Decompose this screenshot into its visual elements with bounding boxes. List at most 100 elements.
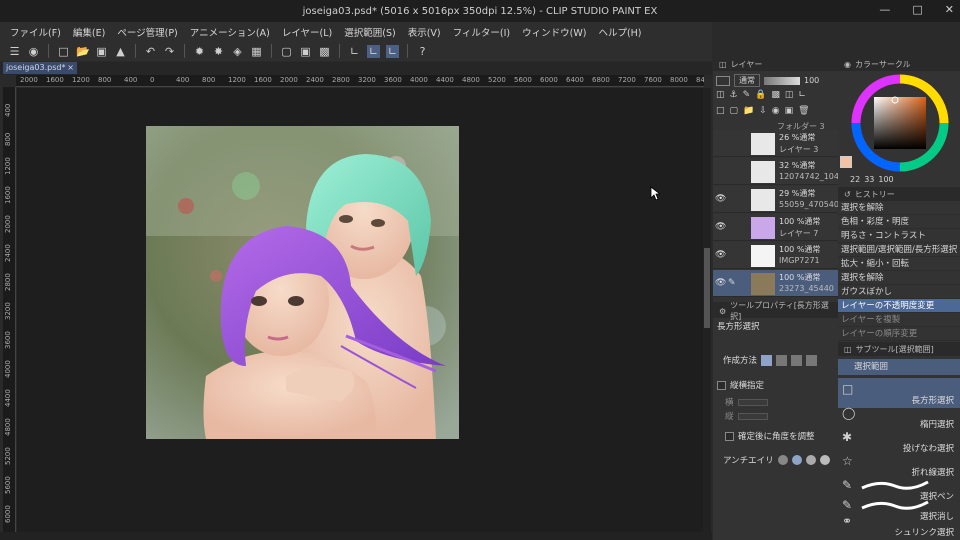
adjust-angle-checkbox[interactable] — [725, 431, 734, 441]
width-input[interactable] — [737, 398, 768, 406]
menu-page[interactable]: ページ管理(P) — [117, 25, 177, 39]
document-tab[interactable]: joseiga03.psd* × — [3, 62, 77, 74]
scroll-thumb[interactable] — [704, 248, 710, 328]
antialias-none[interactable] — [777, 455, 788, 465]
menu-filter[interactable]: フィルター(I) — [453, 25, 511, 39]
layer-row[interactable]: 👁 29 %通常 55059_470540 — [713, 186, 839, 213]
snap-special-ruler-icon[interactable]: ∟ — [367, 44, 380, 58]
delete-layer-icon[interactable]: 🗑 — [798, 106, 809, 116]
history-item[interactable]: 選択を解除 — [838, 271, 960, 285]
status-bar — [0, 532, 712, 540]
menu-help[interactable]: ヘルプ(H) — [598, 25, 641, 39]
eye-icon[interactable]: 👁 — [715, 222, 726, 232]
history-item[interactable]: 拡大・縮小・回転 — [838, 257, 960, 271]
undo-icon[interactable]: ↶ — [144, 45, 157, 58]
reference-layer-icon[interactable]: ⚓ — [730, 90, 738, 100]
history-item[interactable]: レイヤーの順序変更 — [838, 327, 960, 341]
lock-icon[interactable]: 🔒 — [755, 90, 766, 100]
close-tab-icon[interactable]: × — [67, 62, 74, 74]
menu-view[interactable]: 表示(V) — [408, 25, 441, 39]
invert-selection-icon[interactable]: ▣ — [299, 45, 312, 58]
open-folder-icon[interactable]: 📂 — [76, 45, 90, 58]
close-button[interactable]: ✕ — [945, 3, 954, 16]
menu-edit[interactable]: 編集(E) — [73, 25, 105, 39]
layer-row[interactable]: 👁 100 %通常 IMGP7271 — [713, 242, 838, 269]
menu-file[interactable]: ファイル(F) — [10, 25, 61, 39]
layer-row[interactable]: 26 %通常 レイヤー 3 — [713, 130, 838, 157]
layer-color-swatch[interactable] — [716, 75, 730, 86]
apply-mask-icon[interactable]: ▣ — [785, 106, 794, 116]
layer-row[interactable]: 👁 100 %通常 レイヤー 7 — [713, 214, 838, 241]
draft-layer-icon[interactable]: ✎ — [743, 90, 751, 100]
new-selection-button[interactable] — [761, 354, 773, 366]
merge-down-icon[interactable]: ⇩ — [759, 106, 767, 116]
select-pen-icon: ✎ — [842, 478, 853, 492]
maximize-button[interactable]: □ — [912, 3, 922, 16]
aspect-checkbox[interactable] — [717, 380, 726, 390]
add-selection-button[interactable] — [776, 354, 788, 366]
eye-icon[interactable]: 👁 — [715, 250, 726, 260]
main-color-swatch[interactable] — [840, 156, 852, 168]
lock-transparency-icon[interactable]: ▩ — [771, 90, 780, 100]
clip-studio-icon[interactable]: ◉ — [27, 45, 40, 58]
intersect-selection-button[interactable] — [806, 354, 818, 366]
new-file-icon[interactable]: □ — [57, 45, 70, 58]
history-item[interactable]: レイヤーを複製 — [838, 313, 960, 327]
mask-icon[interactable]: ◫ — [785, 90, 794, 100]
history-tab[interactable]: ヒストリー — [855, 189, 895, 200]
loading-icon[interactable]: ✹ — [193, 45, 206, 58]
antialias-weak[interactable] — [791, 455, 802, 465]
menu-layer[interactable]: レイヤー(L) — [282, 25, 332, 39]
ruler-tick-label: 4800 — [462, 76, 480, 84]
hamburger-icon[interactable]: ☰ — [8, 45, 21, 58]
saturation-value[interactable]: 33 — [864, 175, 874, 184]
transform-icon[interactable]: ▦ — [250, 45, 263, 58]
clear-icon[interactable]: ✸ — [212, 45, 225, 58]
history-item[interactable]: 選択範囲/選択範囲/長方形選択 — [838, 243, 960, 257]
history-item[interactable]: 色相・彩度・明度 — [838, 215, 960, 229]
eye-icon[interactable]: 👁 — [715, 278, 726, 288]
artwork-canvas[interactable] — [146, 126, 459, 439]
layer-mask-icon[interactable]: ◉ — [772, 106, 780, 116]
snap-ruler-icon[interactable]: ∟ — [348, 45, 361, 58]
history-item[interactable]: 選択を解除 — [838, 201, 960, 215]
help-icon[interactable]: ? — [416, 45, 429, 58]
height-input[interactable] — [737, 412, 768, 420]
ruler-icon[interactable]: ∟ — [798, 90, 806, 100]
sub-tool-shrink[interactable]: ⚭ シュリンク選択 — [838, 510, 960, 540]
new-raster-layer-icon[interactable]: □ — [716, 106, 725, 116]
color-wheel[interactable] — [850, 73, 950, 173]
antialias-medium[interactable] — [805, 455, 816, 465]
sub-tool-group-tab[interactable]: 選択範囲 — [838, 359, 960, 375]
hue-value[interactable]: 22 — [850, 175, 860, 184]
subtract-selection-button[interactable] — [791, 354, 803, 366]
save-icon[interactable]: ▣ — [95, 45, 108, 58]
history-item-selected[interactable]: レイヤーの不透明度変更 — [838, 299, 960, 313]
blend-mode-select[interactable]: 通常 — [734, 74, 760, 87]
opacity-value[interactable]: 100 — [804, 76, 819, 85]
value-value[interactable]: 100 — [878, 175, 893, 184]
minimize-button[interactable]: — — [879, 3, 890, 16]
new-folder-icon[interactable]: 📁 — [743, 106, 754, 116]
antialias-strong[interactable] — [819, 455, 830, 465]
new-vector-layer-icon[interactable]: ▢ — [730, 106, 739, 116]
menu-selection[interactable]: 選択範囲(S) — [344, 25, 395, 39]
deselect-icon[interactable]: ▢ — [280, 45, 293, 58]
history-item[interactable]: 明るさ・コントラスト — [838, 229, 960, 243]
clip-layer-icon[interactable]: ◫ — [716, 90, 725, 100]
layer-row-selected[interactable]: 👁 ✎ 100 %通常 23273_45440 — [713, 270, 838, 297]
opacity-slider[interactable] — [764, 76, 800, 85]
ruler-tick-label: 3600 — [4, 331, 12, 349]
eye-icon[interactable]: 👁 — [715, 194, 726, 204]
snap-grid-icon[interactable]: ∟ — [386, 44, 399, 58]
layer-row[interactable]: 32 %通常 12074742_1048 — [713, 158, 844, 185]
menu-animation[interactable]: アニメーション(A) — [190, 25, 270, 39]
menu-window[interactable]: ウィンドウ(W) — [522, 25, 586, 39]
export-icon[interactable]: ▲ — [114, 45, 127, 58]
window-title: joseiga03.psd* (5016 x 5016px 350dpi 12.… — [302, 5, 658, 17]
redo-icon[interactable]: ↷ — [163, 45, 176, 58]
fill-icon[interactable]: ◈ — [231, 45, 244, 58]
history-item[interactable]: ガウスぼかし — [838, 285, 960, 299]
show-selection-icon[interactable]: ▩ — [318, 45, 331, 58]
vertical-scrollbar[interactable] — [703, 88, 711, 532]
